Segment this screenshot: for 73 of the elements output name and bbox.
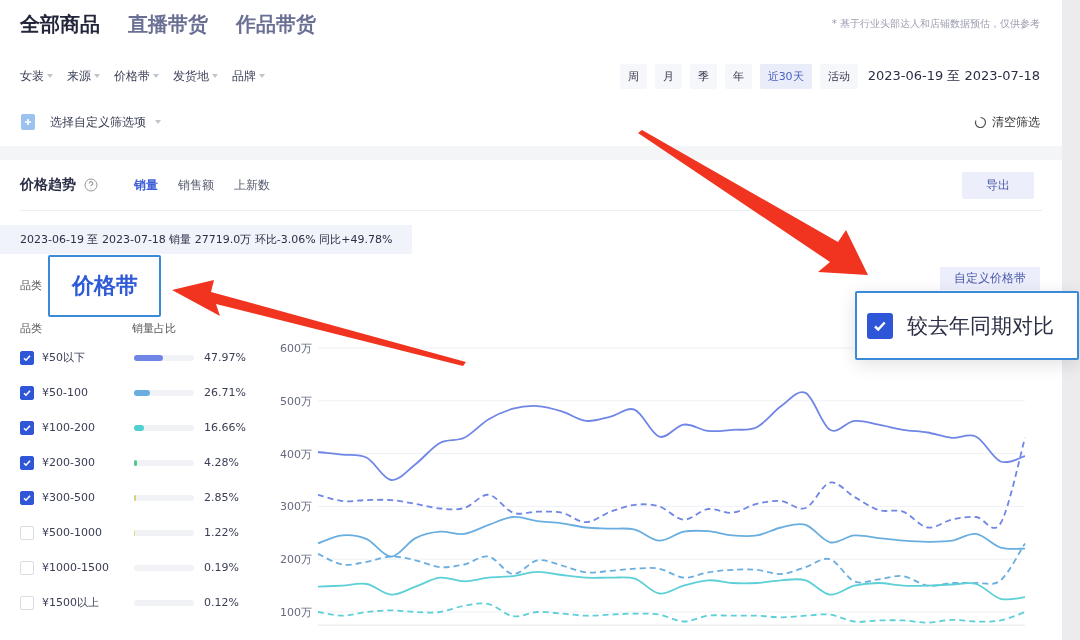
checkbox[interactable] <box>867 312 893 339</box>
metric-tab[interactable]: 上新数 <box>234 176 270 194</box>
period-button[interactable]: 月 <box>654 63 682 89</box>
check-icon <box>874 321 886 331</box>
axis-tick-label: 100万 <box>280 606 312 619</box>
check-icon <box>23 389 31 396</box>
column-header: 销量占比 <box>132 320 176 336</box>
band-label: ¥100-200 <box>42 421 96 434</box>
period-button[interactable]: 季 <box>689 63 717 89</box>
export-button[interactable]: 导出 <box>962 171 1034 199</box>
filter-dropdown[interactable]: 发货地 <box>173 67 218 85</box>
share-bar <box>134 529 194 536</box>
band-label: ¥200-300 <box>42 456 96 469</box>
filter-dropdown[interactable]: 价格带 <box>114 67 159 85</box>
filter-dropdown[interactable]: 女装 <box>20 67 53 85</box>
filter-dropdown[interactable]: 品牌 <box>232 67 265 85</box>
category-tab[interactable]: 全部商品 <box>20 10 100 38</box>
band-label: ¥50-100 <box>42 386 89 399</box>
band-label: ¥500-1000 <box>42 526 103 539</box>
checkbox[interactable] <box>20 385 34 400</box>
axis-tick-label: 400万 <box>280 447 312 461</box>
callout-label: 价格带 <box>48 255 161 317</box>
custom-filter-dropdown[interactable]: 选择自定义筛选项 <box>20 113 161 131</box>
period-button[interactable]: 周 <box>619 63 647 89</box>
share-value: 0.12% <box>204 596 239 609</box>
share-value: 2.85% <box>204 491 239 504</box>
checkbox[interactable] <box>20 490 34 505</box>
share-value: 26.71% <box>204 386 246 399</box>
summary-bar: 2023-06-19 至 2023-07-18 销量 27719.0万 环比-3.06% 同比+49.78% <box>0 225 413 254</box>
category-label: 品类 <box>20 277 42 293</box>
category-tab[interactable]: 直播带货 <box>128 10 208 38</box>
share-value: 16.66% <box>204 421 246 434</box>
band-label: ¥300-500 <box>42 491 96 504</box>
share-value: 47.97% <box>204 351 246 364</box>
share-value: 0.19% <box>204 561 239 574</box>
column-header: 品类 <box>20 320 43 336</box>
check-icon <box>23 354 31 361</box>
custom-price-band-button[interactable]: 自定义价格带 <box>940 266 1040 290</box>
share-bar <box>134 389 194 396</box>
axis-tick-label: 500万 <box>280 394 312 408</box>
filter-icon <box>21 114 35 130</box>
metric-tab[interactable]: 销量 <box>134 176 158 194</box>
reset-icon <box>974 116 987 128</box>
compare-label: 较去年同期对比 <box>907 312 1054 340</box>
date-range: 2023-06-19 至 2023-07-18 <box>867 67 1040 85</box>
axis-tick-label: 300万 <box>280 500 312 514</box>
checkbox[interactable] <box>20 350 34 365</box>
metric-tab[interactable]: 销售额 <box>178 176 214 194</box>
axis-tick-label: 200万 <box>280 553 312 567</box>
band-label: ¥1000-1500 <box>42 561 110 574</box>
check-icon <box>23 494 31 501</box>
filter-dropdown[interactable]: 来源 <box>67 67 100 85</box>
checkbox[interactable] <box>20 455 34 470</box>
share-bar <box>134 354 194 361</box>
period-button[interactable]: 活动 <box>819 63 858 89</box>
share-bar <box>134 459 194 466</box>
band-label: ¥1500以上 <box>42 595 100 610</box>
band-label: ¥50以下 <box>42 350 86 365</box>
checkbox[interactable] <box>20 420 34 435</box>
help-icon <box>84 178 98 192</box>
share-bar <box>134 424 194 431</box>
share-value: 1.22% <box>204 526 239 539</box>
share-value: 4.28% <box>204 456 239 469</box>
clear-filter-button[interactable]: 清空筛选 <box>974 113 1040 131</box>
share-bar <box>134 494 194 501</box>
axis-tick-label: 600万 <box>280 342 312 355</box>
disclaimer-note: * 基于行业头部达人和店铺数据预估，仅供参考 <box>831 17 1040 31</box>
check-icon <box>23 459 31 466</box>
period-button[interactable]: 近30天 <box>759 63 812 89</box>
category-tab[interactable]: 作品带货 <box>236 10 316 38</box>
period-button[interactable]: 年 <box>724 63 752 89</box>
panel-title: 价格趋势 <box>20 176 76 194</box>
check-icon <box>23 424 31 431</box>
